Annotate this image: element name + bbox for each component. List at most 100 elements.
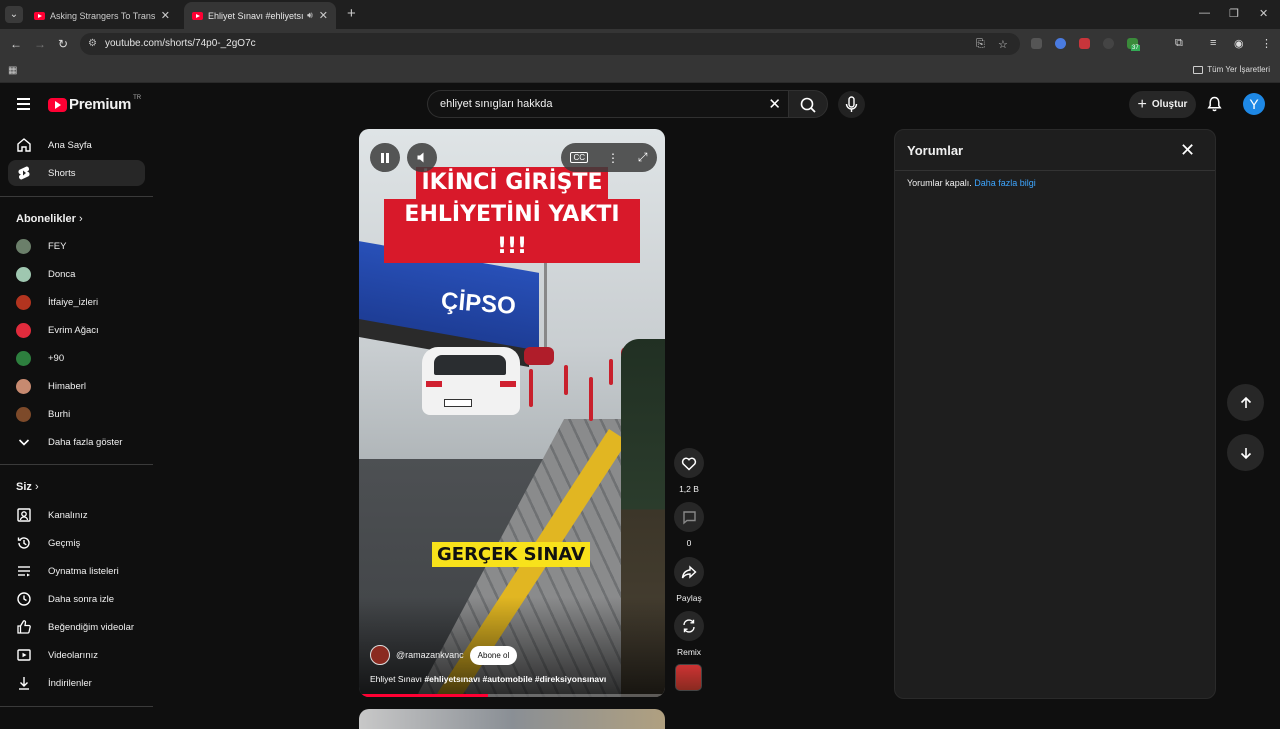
sidebar-item-subscription[interactable]: Evrim Ağacı	[8, 317, 145, 343]
window-close-icon[interactable]: ✕	[1259, 7, 1268, 20]
comments-button[interactable]	[674, 502, 704, 532]
video-title[interactable]: Ehliyet Sınavı #ehliyetsınavı #automobil…	[370, 674, 606, 684]
tab-search-button[interactable]: ⌄	[5, 6, 23, 23]
channel-handle[interactable]: @ramazankvanc	[396, 650, 464, 660]
youtube-premium-logo[interactable]: Premium TR	[48, 94, 142, 113]
next-short-preview[interactable]	[359, 709, 665, 729]
forward-icon[interactable]: →	[34, 37, 46, 51]
restore-icon[interactable]: ❐	[1229, 7, 1239, 20]
shorts-video-player[interactable]: ÇİPSO İKİNCİ GİRİŞTE EHLİYETİNİ YAKTI !!…	[359, 129, 665, 697]
extensions-puzzle-icon[interactable]: ⧉	[1175, 37, 1183, 50]
address-bar[interactable]: ⚙ youtube.com/shorts/74p0-_2gO7c ⎘ ☆	[80, 33, 1020, 55]
audio-source-thumbnail[interactable]	[675, 664, 702, 691]
site-info-icon[interactable]: ⚙	[88, 38, 97, 49]
remix-action[interactable]: Remix	[672, 611, 706, 657]
like-button[interactable]	[674, 448, 704, 478]
remix-button[interactable]	[674, 611, 704, 641]
sidebar-item-your-videos[interactable]: Videolarınız	[8, 642, 145, 668]
fullscreen-icon[interactable]: ⤢	[638, 150, 648, 165]
sidebar-item-shorts[interactable]: Shorts	[8, 160, 145, 186]
all-bookmarks-button[interactable]: Tüm Yer İşaretleri	[1193, 65, 1270, 74]
sidebar-item-liked-videos[interactable]: Beğendiğim videolar	[8, 614, 145, 640]
sidebar-item-home[interactable]: Ana Sayfa	[8, 132, 145, 158]
more-options-icon[interactable]: ⋮	[607, 151, 619, 165]
extension-badge: 37	[1131, 45, 1140, 51]
channel-icon	[16, 507, 32, 523]
minimize-icon[interactable]: —	[1199, 7, 1210, 19]
apps-grid-icon[interactable]: ▦	[8, 65, 17, 76]
you-heading[interactable]: Siz ›	[16, 481, 39, 493]
search-button[interactable]	[788, 90, 828, 118]
tab-close-icon[interactable]: ✕	[319, 9, 328, 22]
voice-search-button[interactable]	[838, 91, 865, 118]
logo-region: TR	[133, 94, 142, 101]
reading-list-icon[interactable]: ≡	[1210, 37, 1216, 49]
new-tab-icon[interactable]: +	[347, 6, 356, 22]
sidebar-item-playlists[interactable]: Oynatma listeleri	[8, 558, 145, 584]
sidebar-item-subscription[interactable]: +90	[8, 345, 145, 371]
reload-icon[interactable]: ↻	[58, 37, 68, 51]
volume-button[interactable]	[407, 143, 437, 172]
video-caption-overlay: GERÇEK SINAV	[432, 542, 591, 567]
show-more-button[interactable]: Daha fazla göster	[8, 429, 145, 455]
sidebar-item-subscription[interactable]: Himaberl	[8, 373, 145, 399]
video-progress-bar[interactable]	[359, 694, 665, 697]
next-short-button[interactable]	[1227, 434, 1264, 471]
clear-search-icon[interactable]: ✕	[768, 95, 781, 113]
tab-title: Ehliyet Sınavı #ehliyetsınav	[208, 10, 304, 21]
sidebar-item-downloads[interactable]: İndirilenler	[8, 670, 145, 696]
menu-icon[interactable]	[17, 98, 30, 110]
extension-icon[interactable]	[1103, 38, 1114, 49]
video-scene-red-car	[524, 347, 554, 365]
browser-tab[interactable]: Asking Strangers To Transform ✕	[26, 2, 178, 29]
close-comments-icon[interactable]: ✕	[1180, 140, 1195, 161]
subscriptions-heading[interactable]: Abonelikler ›	[16, 213, 83, 225]
channel-avatar[interactable]	[370, 645, 390, 665]
like-action[interactable]: 1,2 B	[672, 448, 706, 494]
sidebar-item-subscription[interactable]: Donca	[8, 261, 145, 287]
extension-icon[interactable]	[1055, 38, 1066, 49]
playlists-icon	[16, 563, 32, 579]
back-icon[interactable]: ←	[10, 37, 22, 51]
sidebar-item-history[interactable]: Geçmiş	[8, 530, 145, 556]
extension-icon[interactable]	[1079, 38, 1090, 49]
video-scene-bollard	[529, 369, 533, 407]
create-button[interactable]: + Oluştur	[1129, 91, 1196, 118]
arrow-up-icon	[1240, 396, 1251, 408]
pause-button[interactable]	[370, 143, 400, 172]
video-hashtags[interactable]: #ehliyetsınavı #automobile #direksiyonsı…	[424, 674, 606, 684]
sidebar-item-label: Oynatma listeleri	[48, 565, 119, 577]
search-icon	[800, 97, 816, 113]
user-avatar[interactable]: Y	[1243, 93, 1265, 115]
search-input[interactable]: ehliyet sınıgları hakkda ✕	[427, 90, 789, 118]
tab-close-icon[interactable]: ✕	[161, 9, 170, 22]
sidebar-item-subscription[interactable]: İtfaiye_izleri	[8, 289, 145, 315]
chrome-menu-icon[interactable]: ⋮	[1261, 37, 1272, 50]
sidebar-item-subscription[interactable]: FEY	[8, 233, 145, 259]
extension-icon[interactable]	[1031, 38, 1042, 49]
sidebar-item-your-channel[interactable]: Kanalınız	[8, 502, 145, 528]
captions-icon[interactable]: CC	[570, 152, 589, 163]
video-scene-bollard	[589, 377, 593, 421]
previous-short-button[interactable]	[1227, 384, 1264, 421]
url-text[interactable]: youtube.com/shorts/74p0-_2gO7c	[105, 38, 256, 49]
search-query[interactable]: ehliyet sınıgları hakkda	[440, 98, 553, 110]
install-app-icon[interactable]: ⎘	[976, 38, 985, 51]
video-progress-fill	[359, 694, 488, 697]
comments-action[interactable]: 0	[672, 502, 706, 548]
browser-tab-active[interactable]: Ehliyet Sınavı #ehliyetsınav 🔊︎ ✕	[184, 2, 336, 29]
audio-playing-icon[interactable]: 🔊︎	[307, 10, 313, 21]
bookmark-star-icon[interactable]: ☆	[998, 38, 1008, 51]
learn-more-link[interactable]: Daha fazla bilgi	[974, 178, 1036, 188]
sidebar-item-label: FEY	[48, 240, 67, 252]
sidebar-item-watch-later[interactable]: Daha sonra izle	[8, 586, 145, 612]
notifications-bell-icon[interactable]	[1207, 96, 1222, 117]
share-button[interactable]	[674, 557, 704, 587]
thumbs-up-icon	[16, 619, 32, 635]
video-title-text: Ehliyet Sınavı	[370, 674, 422, 684]
tab-title: Asking Strangers To Transform	[50, 10, 155, 21]
share-action[interactable]: Paylaş	[672, 557, 706, 603]
profile-icon[interactable]: ◉	[1234, 37, 1244, 50]
subscribe-button[interactable]: Abone ol	[469, 645, 518, 665]
sidebar-item-subscription[interactable]: Burhi	[8, 401, 145, 427]
